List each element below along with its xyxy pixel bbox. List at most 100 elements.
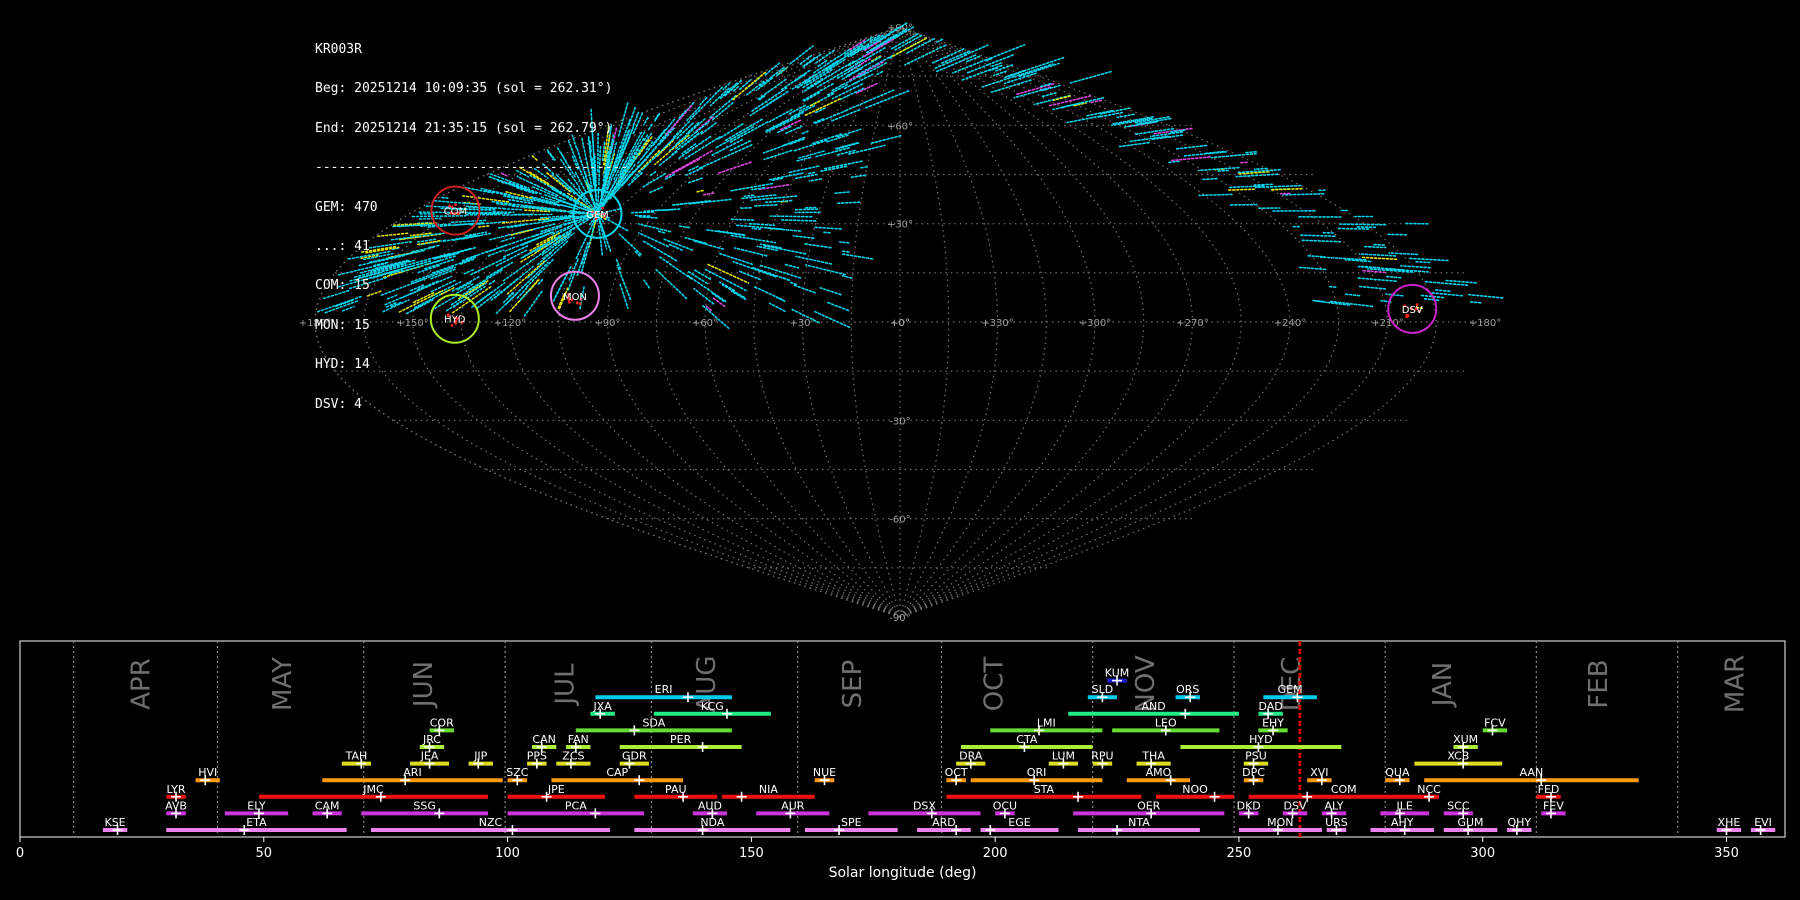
meteor-trail — [784, 263, 800, 269]
meteor-trail — [823, 231, 832, 234]
shower-label: PPS — [527, 750, 547, 763]
x-tick-label: 200 — [983, 846, 1008, 861]
shower-label: JXA — [592, 700, 612, 713]
shower-label: STA — [1034, 783, 1055, 796]
x-tick-label: 50 — [256, 846, 273, 861]
meteor-trail — [710, 291, 725, 303]
meteor-trail — [841, 274, 853, 279]
shower-label: FAN — [568, 733, 589, 746]
meteor-trail — [728, 140, 752, 152]
month-label: JUN — [409, 661, 439, 709]
meteor-trail — [1052, 95, 1071, 101]
lon-label: +240° — [1274, 318, 1306, 329]
shower-label: SLD — [1092, 683, 1114, 696]
meteor-trail — [1328, 285, 1337, 289]
meteor-trail — [793, 208, 819, 211]
meteor-trail — [1066, 115, 1101, 124]
meteor-trail — [730, 218, 755, 221]
meteor-trail — [723, 118, 763, 142]
meteor-trail — [689, 86, 724, 121]
month-label: MAR — [1721, 655, 1751, 713]
station-id: KR003R — [315, 42, 362, 57]
shower-label: PSU — [1245, 750, 1267, 763]
meteor-trail — [1400, 264, 1431, 269]
radiant-label: DSV — [1402, 305, 1423, 316]
meteor-trail — [730, 290, 747, 301]
meteor-trail — [637, 223, 672, 233]
month-label: SEP — [838, 660, 868, 709]
shower-label: PAU — [665, 783, 687, 796]
shower-label: JPE — [547, 783, 565, 796]
meteor-trail — [904, 44, 947, 66]
shower-label: EGE — [1008, 816, 1030, 829]
meteor-trail — [696, 189, 705, 193]
shower-label: OCU — [993, 799, 1017, 812]
shower-label: FEV — [1543, 799, 1564, 812]
shower-timeline-chart: APR MAY JUN JUL AUG SEP OCT NOV DEC JAN FEB MARKUME… — [16, 640, 1786, 881]
meteor-trail — [846, 101, 867, 111]
meteor-trail — [807, 171, 816, 175]
shower-label: ETA — [246, 816, 267, 829]
meteor-trail — [711, 102, 734, 121]
shower-label: KUM — [1105, 667, 1129, 680]
meteor-trail — [865, 89, 895, 103]
meteor-trail — [1469, 300, 1482, 304]
shower-label: JRC — [422, 733, 441, 746]
shower-label: CAN — [532, 733, 555, 746]
shower-label: ORS — [1176, 683, 1199, 696]
shower-label: AUD — [698, 799, 722, 812]
shower-label: DSV — [1284, 799, 1307, 812]
meteor-trail — [1431, 292, 1464, 297]
shower-label: SZC — [506, 766, 529, 779]
lat-label: +30° — [887, 220, 913, 231]
lat-label: -60° — [889, 515, 910, 526]
meteor-trail — [751, 227, 762, 230]
shower-label: DKD — [1237, 799, 1261, 812]
meteor-trail — [704, 228, 746, 237]
count-dsv: DSV: 4 — [315, 396, 362, 412]
meteor-trail — [876, 70, 884, 76]
meteor-trail — [992, 70, 1007, 77]
shower-label: GUM — [1457, 816, 1483, 829]
meteor-trail — [1307, 255, 1326, 258]
shower-label: CAM — [315, 799, 340, 812]
meteor-trail — [733, 247, 768, 257]
shower-label: COR — [430, 716, 454, 729]
shower-label: NUE — [813, 766, 836, 779]
shower-label: NIA — [759, 783, 778, 796]
meteor-trail — [716, 161, 752, 175]
meteor-trail — [743, 194, 755, 198]
meteor-trail — [692, 268, 712, 281]
meteor-trail — [1298, 266, 1327, 271]
shower-label: ARD — [932, 816, 956, 829]
shower-label: ZCS — [562, 750, 584, 763]
shower-label: AVB — [165, 799, 187, 812]
shower-label: PER — [670, 733, 692, 746]
lon-label: +330° — [981, 318, 1013, 329]
meteor-trail — [628, 105, 637, 126]
shower-label: CAP — [606, 766, 628, 779]
meteor-trail — [780, 219, 818, 222]
meteor-trail — [1386, 275, 1403, 279]
meteor-trail — [769, 215, 813, 218]
meteor-trail — [709, 94, 737, 119]
count-sporadic: ...: 41 — [315, 238, 370, 254]
meteor-trail — [1468, 293, 1504, 299]
shower-label: ELY — [247, 799, 266, 812]
meteor-trail — [1299, 239, 1341, 243]
meteor-trail — [746, 80, 765, 96]
shower-label: OCT — [945, 766, 968, 779]
shower-label: ALY — [1325, 799, 1344, 812]
meteor-trail — [1344, 258, 1372, 263]
month-label: APR — [126, 658, 156, 710]
shower-label: SPE — [841, 816, 862, 829]
shower-label: QUA — [1385, 766, 1410, 779]
meteor-trail — [1069, 70, 1113, 84]
shower-label: DRA — [959, 750, 983, 763]
meteor-trail — [629, 211, 655, 214]
meteor-trail — [724, 79, 743, 97]
meteor-trail — [803, 92, 821, 102]
meteor-trail — [869, 55, 882, 63]
shower-label: HYD — [1249, 733, 1272, 746]
month-label: JUL — [551, 663, 581, 707]
